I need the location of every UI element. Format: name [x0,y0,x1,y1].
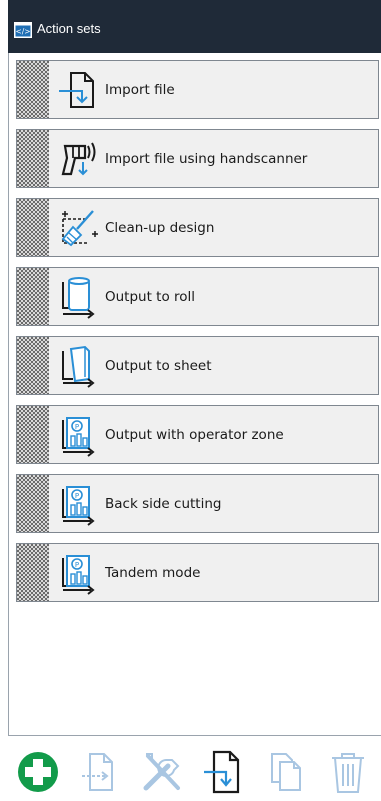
edit-tools-icon[interactable] [138,748,186,796]
action-set-handscanner[interactable]: Import file using handscanner [16,129,379,188]
action-set-label: Import file using handscanner [105,150,308,167]
code-icon: </> [14,21,32,38]
svg-text:P: P [75,423,79,431]
action-set-label: Clean-up design [105,219,215,236]
panel-header: </> Action sets [8,0,381,53]
action-set-output-sheet[interactable]: Output to sheet [16,336,379,395]
action-set-label: Output to sheet [105,357,212,374]
action-toolbar [8,735,381,801]
operator-zone-icon: P [62,416,95,457]
action-set-label: Tandem mode [105,564,201,581]
operator-zone-icon: P [62,554,95,595]
action-set-operator-zone[interactable]: P Output with operator zone [16,405,379,464]
action-set-list: Import file Import file using handscanne… [8,53,381,735]
roll-output-icon [62,276,95,319]
action-set-output-roll[interactable]: Output to roll [16,267,379,326]
drag-handle[interactable] [17,130,49,187]
svg-text:P: P [75,492,79,500]
delete-icon[interactable] [324,748,372,796]
copy-icon[interactable] [76,748,124,796]
action-set-label: Import file [105,81,175,98]
drag-handle[interactable] [17,544,49,601]
drag-handle[interactable] [17,475,49,532]
drag-handle[interactable] [17,61,49,118]
drag-handle[interactable] [17,406,49,463]
svg-text:P: P [75,561,79,569]
operator-zone-icon: P [62,485,95,526]
action-set-cleanup[interactable]: Clean-up design [16,198,379,257]
panel-title: Action sets [37,21,101,36]
import-icon[interactable] [200,748,248,796]
import-file-icon [59,71,94,108]
add-icon[interactable] [14,748,62,796]
action-set-import-file[interactable]: Import file [16,60,379,119]
drag-handle[interactable] [17,268,49,325]
action-set-tandem-mode[interactable]: P Tandem mode [16,543,379,602]
cleanup-broom-icon [61,209,98,246]
drag-handle[interactable] [17,337,49,394]
drag-handle[interactable] [17,199,49,256]
svg-text:</>: </> [15,27,30,36]
handscanner-icon [61,142,96,175]
action-set-label: Output with operator zone [105,426,284,443]
action-set-label: Output to roll [105,288,196,305]
action-set-back-side-cutting[interactable]: P Back side cutting [16,474,379,533]
duplicate-icon[interactable] [262,748,310,796]
action-set-label: Back side cutting [105,495,222,512]
sheet-output-icon [62,345,95,388]
